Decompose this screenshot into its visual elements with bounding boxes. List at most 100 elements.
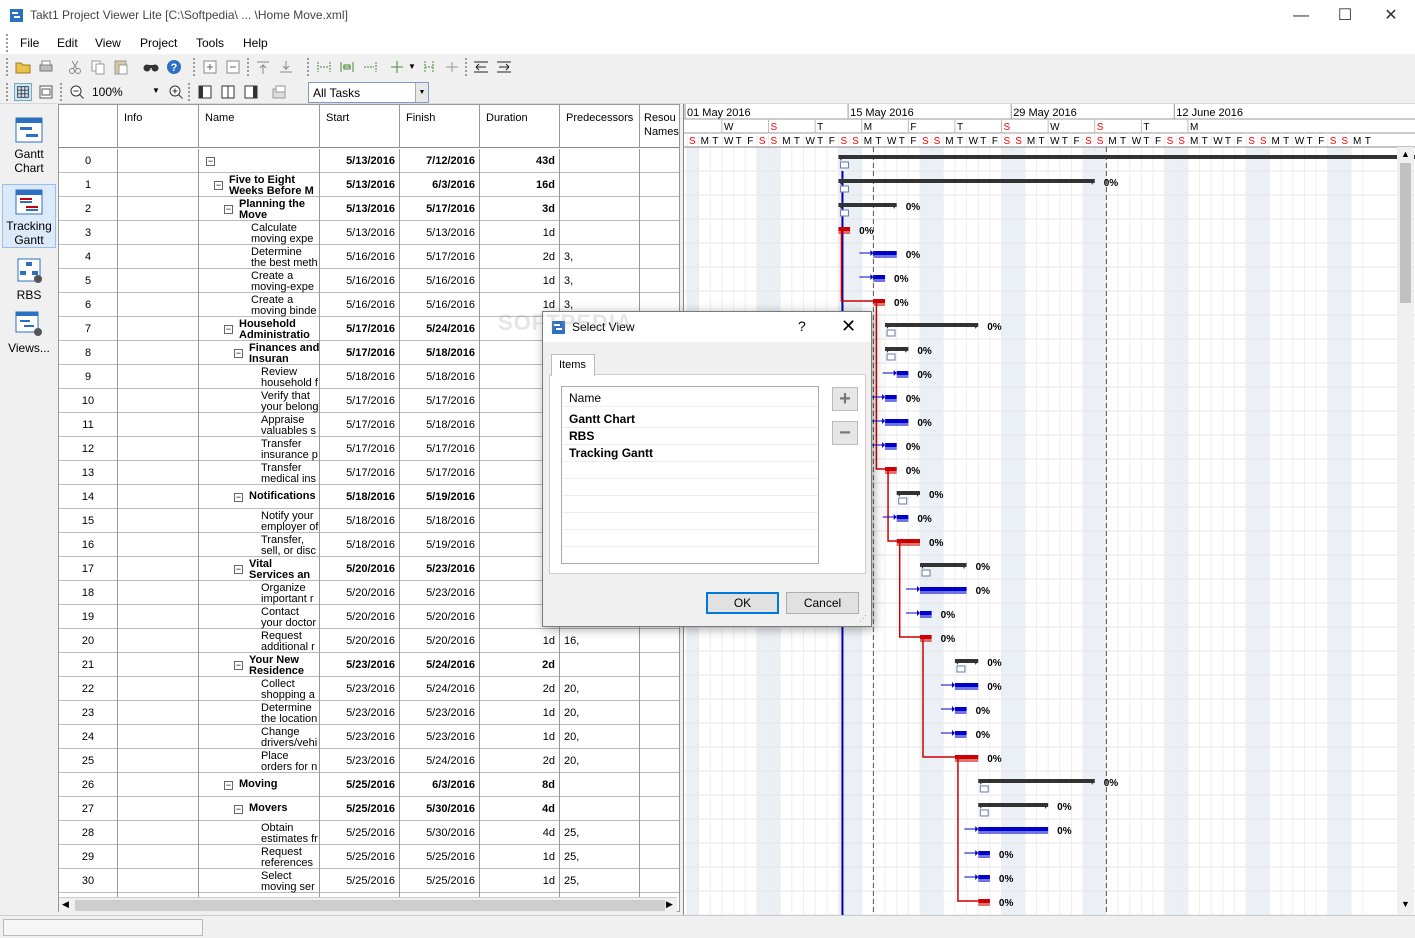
row-duration[interactable]: 43d <box>480 149 560 173</box>
table-row[interactable]: 20 Request additional r 5/20/2016 5/20/2016… <box>59 629 679 653</box>
collapse-toggle-icon[interactable]: − <box>224 325 233 334</box>
print-icon[interactable] <box>37 58 55 76</box>
row-start[interactable]: 5/13/2016 <box>320 197 400 221</box>
row-finish[interactable]: 7/12/2016 <box>400 149 480 173</box>
row-finish[interactable]: 5/23/2016 <box>400 557 480 581</box>
scroll-up-icon[interactable]: ▲ <box>1401 149 1410 159</box>
collapse-toggle-icon[interactable]: − <box>234 493 243 502</box>
row-resources[interactable] <box>640 269 679 293</box>
row-name[interactable]: Transfer medical ins <box>199 461 320 485</box>
row-predecessors[interactable] <box>560 773 640 797</box>
grid-horizontal-scrollbar[interactable]: ◀ ▶ <box>59 897 677 913</box>
row-info[interactable] <box>118 461 199 485</box>
link-fs-icon[interactable] <box>315 58 333 76</box>
row-resources[interactable] <box>640 797 679 821</box>
add-view-button[interactable]: + <box>832 387 858 411</box>
row-duration[interactable]: 2d <box>480 677 560 701</box>
row-name[interactable]: Verify that your belong <box>199 389 320 413</box>
dropdown-arrow-icon[interactable]: ▼ <box>408 62 416 71</box>
row-resources[interactable] <box>640 821 679 845</box>
scroll-down-icon[interactable]: ▼ <box>1401 899 1410 909</box>
view-rbs[interactable]: RBS <box>2 257 56 305</box>
properties-icon[interactable] <box>270 83 288 101</box>
row-id[interactable]: 28 <box>59 821 118 845</box>
row-finish[interactable]: 5/13/2016 <box>400 221 480 245</box>
row-finish[interactable]: 5/17/2016 <box>400 389 480 413</box>
scroll-to-task-icon[interactable] <box>472 58 490 76</box>
menu-file[interactable]: File <box>20 36 39 50</box>
row-predecessors[interactable]: 20, <box>560 725 640 749</box>
table-row[interactable]: 24 Change drivers/vehi 5/23/2016 5/23/2016 1… <box>59 725 679 749</box>
row-predecessors[interactable]: 20, <box>560 701 640 725</box>
row-name[interactable]: Review household f <box>199 365 320 389</box>
table-row[interactable]: 0 − 5/13/2016 7/12/2016 43d <box>59 149 679 173</box>
row-id[interactable]: 13 <box>59 461 118 485</box>
row-name[interactable]: Organize important r <box>199 581 320 605</box>
row-name[interactable]: − Planning the Move <box>199 197 320 221</box>
table-row[interactable]: 2− Planning the Move 5/13/2016 5/17/2016 3d <box>59 197 679 221</box>
row-predecessors[interactable]: 16, <box>560 629 640 653</box>
table-row[interactable]: 26− Moving 5/25/2016 6/3/2016 8d <box>59 773 679 797</box>
row-predecessors[interactable] <box>560 797 640 821</box>
row-info[interactable] <box>118 509 199 533</box>
row-start[interactable]: 5/13/2016 <box>320 221 400 245</box>
row-duration[interactable]: 1d <box>480 269 560 293</box>
row-finish[interactable]: 5/24/2016 <box>400 749 480 773</box>
row-name[interactable]: − Moving <box>199 773 320 797</box>
row-id[interactable]: 30 <box>59 869 118 893</box>
row-info[interactable] <box>118 485 199 509</box>
filter-dropdown[interactable]: All Tasks ▼ <box>308 82 429 103</box>
row-start[interactable]: 5/25/2016 <box>320 845 400 869</box>
row-predecessors[interactable] <box>560 197 640 221</box>
row-predecessors[interactable]: 3, <box>560 245 640 269</box>
row-start[interactable]: 5/23/2016 <box>320 677 400 701</box>
row-id[interactable]: 4 <box>59 245 118 269</box>
menu-view[interactable]: View <box>95 36 121 50</box>
row-resources[interactable] <box>640 677 679 701</box>
zoom-out-icon[interactable] <box>68 83 86 101</box>
row-info[interactable] <box>118 725 199 749</box>
row-start[interactable]: 5/18/2016 <box>320 485 400 509</box>
row-start[interactable]: 5/23/2016 <box>320 725 400 749</box>
row-start[interactable]: 5/16/2016 <box>320 293 400 317</box>
open-icon[interactable] <box>14 58 32 76</box>
row-finish[interactable]: 5/23/2016 <box>400 701 480 725</box>
menu-edit[interactable]: Edit <box>57 36 78 50</box>
row-duration[interactable]: 16d <box>480 173 560 197</box>
row-info[interactable] <box>118 269 199 293</box>
table-row[interactable]: 28 Obtain estimates fr 5/25/2016 5/30/2016 4… <box>59 821 679 845</box>
row-finish[interactable]: 5/25/2016 <box>400 845 480 869</box>
expand-all-icon[interactable] <box>201 58 219 76</box>
row-finish[interactable]: 5/17/2016 <box>400 245 480 269</box>
row-start[interactable]: 5/17/2016 <box>320 317 400 341</box>
scroll-right-icon[interactable]: ▶ <box>666 899 673 910</box>
table-row[interactable]: 5 Create a moving-expe 5/16/2016 5/16/2016 1… <box>59 269 679 293</box>
collapse-toggle-icon[interactable]: − <box>224 205 233 214</box>
row-finish[interactable]: 6/3/2016 <box>400 173 480 197</box>
row-finish[interactable]: 5/19/2016 <box>400 533 480 557</box>
row-start[interactable]: 5/25/2016 <box>320 773 400 797</box>
list-item[interactable]: Gantt Chart <box>562 411 818 428</box>
row-duration[interactable]: 4d <box>480 821 560 845</box>
outdent-icon[interactable] <box>254 58 272 76</box>
row-id[interactable]: 0 <box>59 149 118 173</box>
row-finish[interactable]: 5/24/2016 <box>400 317 480 341</box>
menu-tools[interactable]: Tools <box>196 36 224 50</box>
row-id[interactable]: 8 <box>59 341 118 365</box>
list-item[interactable] <box>562 462 818 479</box>
row-resources[interactable] <box>640 245 679 269</box>
row-name[interactable]: Determine the best meth <box>199 245 320 269</box>
row-id[interactable]: 11 <box>59 413 118 437</box>
align-icon[interactable] <box>420 58 438 76</box>
help-icon[interactable]: ? <box>165 58 183 76</box>
row-info[interactable] <box>118 437 199 461</box>
minimize-button[interactable]: — <box>1278 0 1324 32</box>
list-item[interactable] <box>562 496 818 513</box>
table-row[interactable]: 27− Movers 5/25/2016 5/30/2016 4d <box>59 797 679 821</box>
row-start[interactable]: 5/17/2016 <box>320 341 400 365</box>
list-item[interactable]: Tracking Gantt <box>562 445 818 462</box>
row-id[interactable]: 22 <box>59 677 118 701</box>
row-finish[interactable]: 5/23/2016 <box>400 725 480 749</box>
collapse-toggle-icon[interactable]: − <box>206 157 215 166</box>
row-finish[interactable]: 5/18/2016 <box>400 341 480 365</box>
